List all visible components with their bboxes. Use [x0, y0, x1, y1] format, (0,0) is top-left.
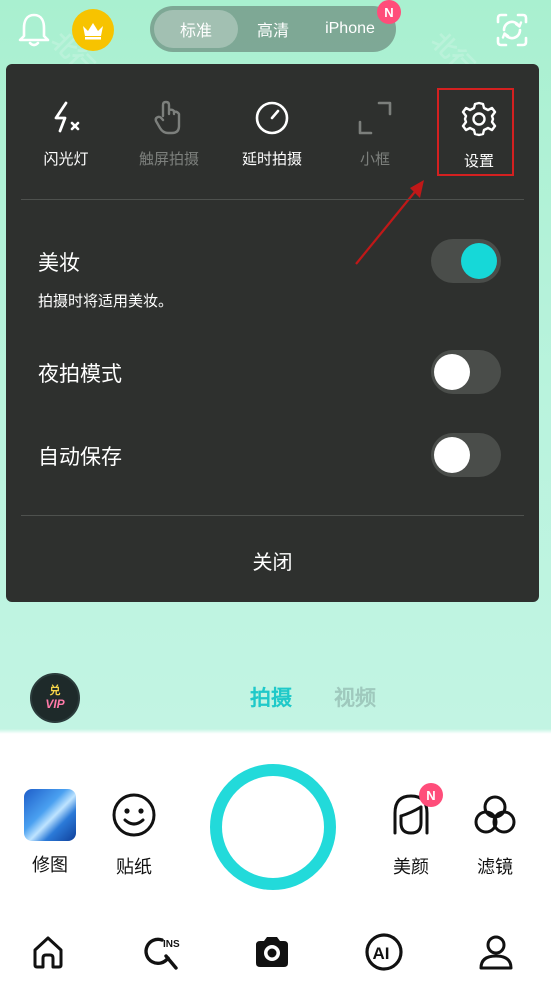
timer-icon	[254, 100, 290, 140]
mode-video[interactable]: 视频	[334, 682, 376, 712]
quality-option-standard[interactable]: 标准	[154, 10, 238, 48]
new-badge: N	[377, 0, 401, 24]
auto-save-title: 自动保存	[38, 445, 122, 469]
ai-icon[interactable]: AI	[362, 930, 406, 974]
small-frame-label: 小框	[359, 150, 390, 168]
small-frame-icon	[357, 100, 393, 140]
vip-badge[interactable]: 兑 VIP	[30, 673, 80, 723]
small-frame-button[interactable]: 小框	[330, 100, 420, 180]
makeup-title: 美妆	[38, 251, 80, 275]
filter-circles-icon	[471, 791, 519, 843]
home-icon[interactable]	[26, 930, 70, 974]
profile-icon[interactable]	[474, 930, 518, 974]
beauty-new-badge: N	[419, 783, 443, 807]
annotation-arrow	[355, 180, 424, 265]
switch-camera-icon[interactable]	[490, 8, 534, 52]
makeup-toggle[interactable]	[431, 239, 501, 283]
ins-search-icon[interactable]: INS	[140, 930, 184, 974]
quality-selector: 标准 高清 iPhone	[150, 6, 396, 52]
filter-button[interactable]: 滤镜	[467, 791, 523, 879]
timer-button[interactable]: 延时拍摄	[227, 100, 317, 180]
svg-text:AI: AI	[373, 944, 390, 963]
highlight-box	[437, 88, 514, 176]
bell-icon[interactable]	[12, 8, 56, 52]
night-mode-title: 夜拍模式	[38, 362, 122, 386]
close-button[interactable]: 关闭	[6, 530, 539, 590]
svg-text:INS: INS	[163, 939, 180, 950]
flash-off-icon	[48, 100, 84, 140]
timer-label: 延时拍摄	[241, 150, 302, 168]
camera-icon[interactable]	[250, 930, 294, 974]
edit-photo-thumbnail	[24, 789, 76, 841]
flash-label: 闪光灯	[43, 150, 89, 168]
sticker-button[interactable]: 贴纸	[106, 791, 162, 879]
touch-shot-button[interactable]: 触屏拍摄	[124, 100, 214, 180]
panel-divider	[21, 199, 524, 200]
crown-icon[interactable]	[72, 9, 114, 51]
flash-button[interactable]: 闪光灯	[21, 100, 111, 180]
vip-top-text: 兑	[49, 684, 61, 697]
night-mode-toggle[interactable]	[431, 350, 501, 394]
mode-photo[interactable]: 拍摄	[250, 682, 292, 712]
smiley-sticker-icon	[110, 791, 158, 843]
quality-option-hd[interactable]: 高清	[238, 10, 308, 48]
vip-text: VIP	[45, 697, 65, 711]
shutter-button[interactable]	[210, 764, 336, 890]
filter-label: 滤镜	[477, 857, 513, 878]
sticker-label: 贴纸	[116, 857, 152, 878]
auto-save-toggle[interactable]	[431, 433, 501, 477]
panel-divider	[21, 515, 524, 516]
edit-photo-button[interactable]: 修图	[22, 789, 78, 877]
touch-shot-label: 触屏拍摄	[138, 150, 199, 168]
makeup-subtitle: 拍摄时将适用美妆。	[38, 292, 174, 310]
touch-shot-icon	[151, 100, 187, 140]
edit-photo-label: 修图	[32, 855, 68, 876]
beauty-label: 美颜	[393, 857, 429, 878]
quick-settings-panel: 闪光灯 触屏拍摄 延时拍摄 小框 设置 美妆 拍摄时将适用美妆。 夜拍模式 自动…	[6, 64, 539, 602]
